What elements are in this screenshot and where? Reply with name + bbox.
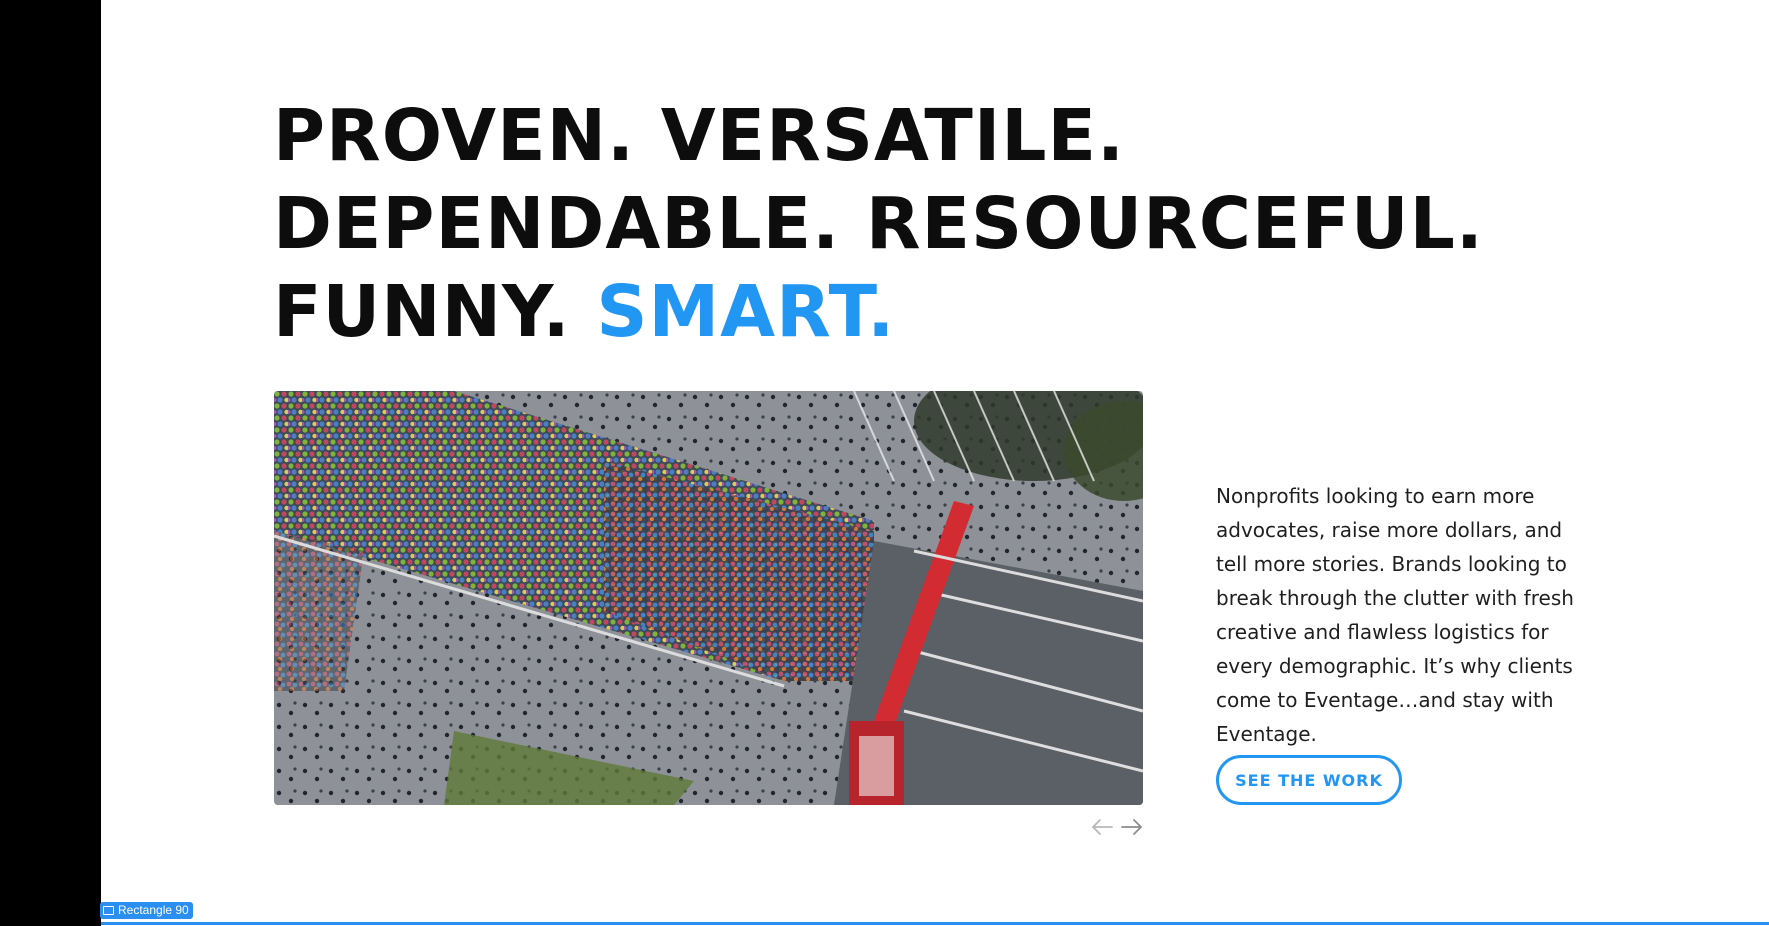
page-headline: PROVEN. VERSATILE. DEPENDABLE. RESOURCEF… bbox=[273, 92, 1484, 356]
layer-name-label: Rectangle 90 bbox=[118, 903, 189, 917]
slider-controls bbox=[1090, 815, 1144, 839]
arrow-left-icon[interactable] bbox=[1090, 815, 1114, 839]
headline-funny: FUNNY. bbox=[273, 270, 571, 353]
intro-paragraph: Nonprofits looking to earn more advocate… bbox=[1216, 484, 1574, 746]
left-black-bar bbox=[0, 0, 101, 926]
headline-line-1: PROVEN. VERSATILE. bbox=[273, 94, 1125, 177]
hero-crowd-photo bbox=[274, 391, 1143, 805]
rectangle-icon bbox=[103, 906, 114, 915]
selection-outline-bottom bbox=[101, 922, 1769, 925]
headline-smart-accent: SMART. bbox=[596, 270, 896, 353]
headline-line-2: DEPENDABLE. RESOURCEFUL. bbox=[273, 182, 1484, 265]
layer-name-tag[interactable]: Rectangle 90 bbox=[100, 902, 193, 919]
arrow-right-icon[interactable] bbox=[1120, 815, 1144, 839]
headline-line-3: FUNNY. SMART. bbox=[273, 268, 1484, 356]
see-the-work-button[interactable]: SEE THE WORK bbox=[1216, 755, 1402, 805]
